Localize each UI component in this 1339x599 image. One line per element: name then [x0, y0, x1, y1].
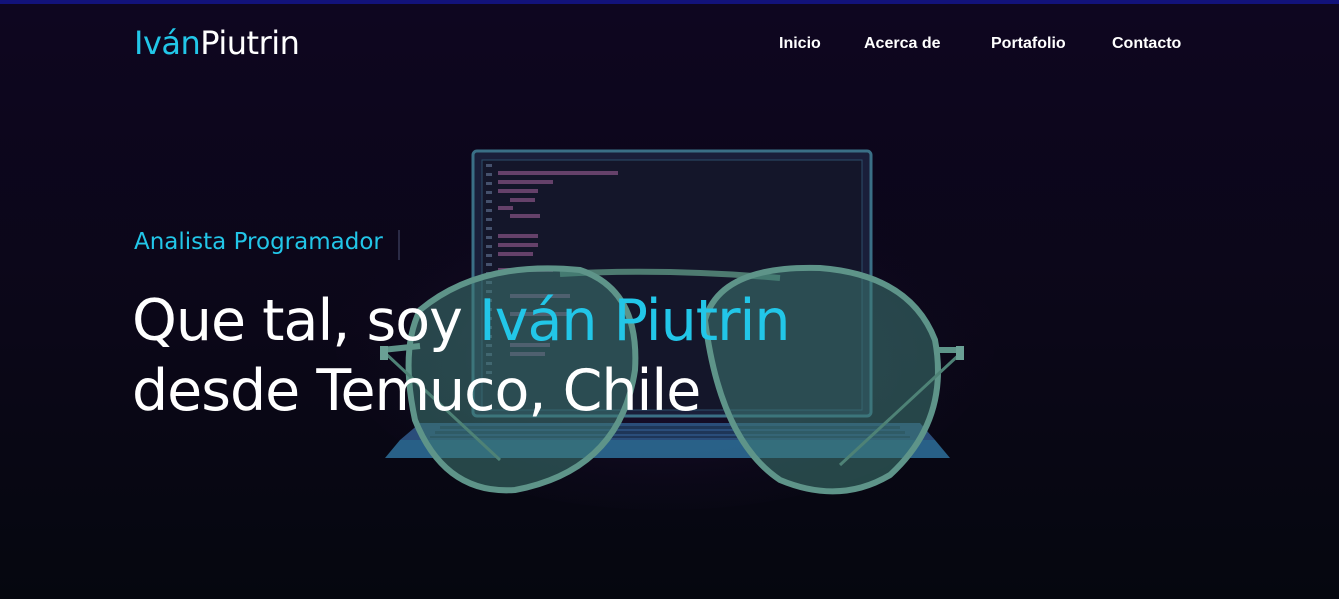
hero-headline: Que tal, soy Iván Piutrin desde Temuco, …: [132, 286, 790, 426]
nav-item-portafolio[interactable]: Portafolio: [991, 35, 1066, 53]
top-accent-bar: [0, 0, 1339, 4]
nav-item-inicio[interactable]: Inicio: [779, 35, 821, 53]
main-nav: Inicio Acerca de Portafolio Contacto: [0, 35, 1339, 57]
headline-location: desde Temuco, Chile: [132, 358, 701, 424]
hero-subtitle: Analista Programador: [134, 229, 383, 255]
nav-item-contacto[interactable]: Contacto: [1112, 35, 1181, 53]
headline-prefix: Que tal, soy: [132, 288, 479, 354]
typing-cursor: [398, 230, 400, 260]
nav-item-acerca-de[interactable]: Acerca de: [864, 35, 941, 53]
headline-name: Iván Piutrin: [478, 288, 791, 354]
